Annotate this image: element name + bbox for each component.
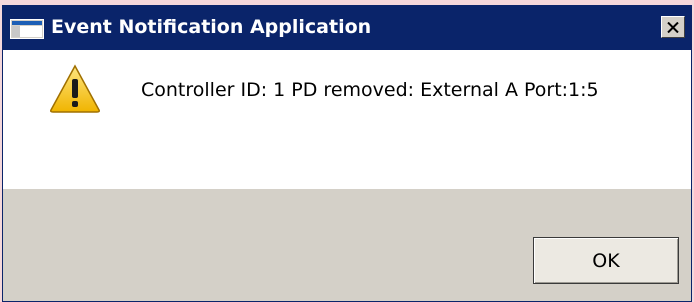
message-area	[3, 50, 691, 189]
event-notification-dialog: Event Notification Application Controlle…	[2, 5, 692, 302]
notification-message: Controller ID: 1 PD removed: External A …	[141, 79, 599, 101]
ok-button[interactable]: OK	[533, 237, 679, 284]
close-button[interactable]	[661, 16, 685, 38]
title-bar[interactable]: Event Notification Application	[3, 6, 691, 50]
app-window-icon	[10, 19, 44, 39]
warning-icon	[49, 64, 101, 114]
close-icon	[667, 21, 679, 33]
window-title: Event Notification Application	[51, 16, 372, 38]
